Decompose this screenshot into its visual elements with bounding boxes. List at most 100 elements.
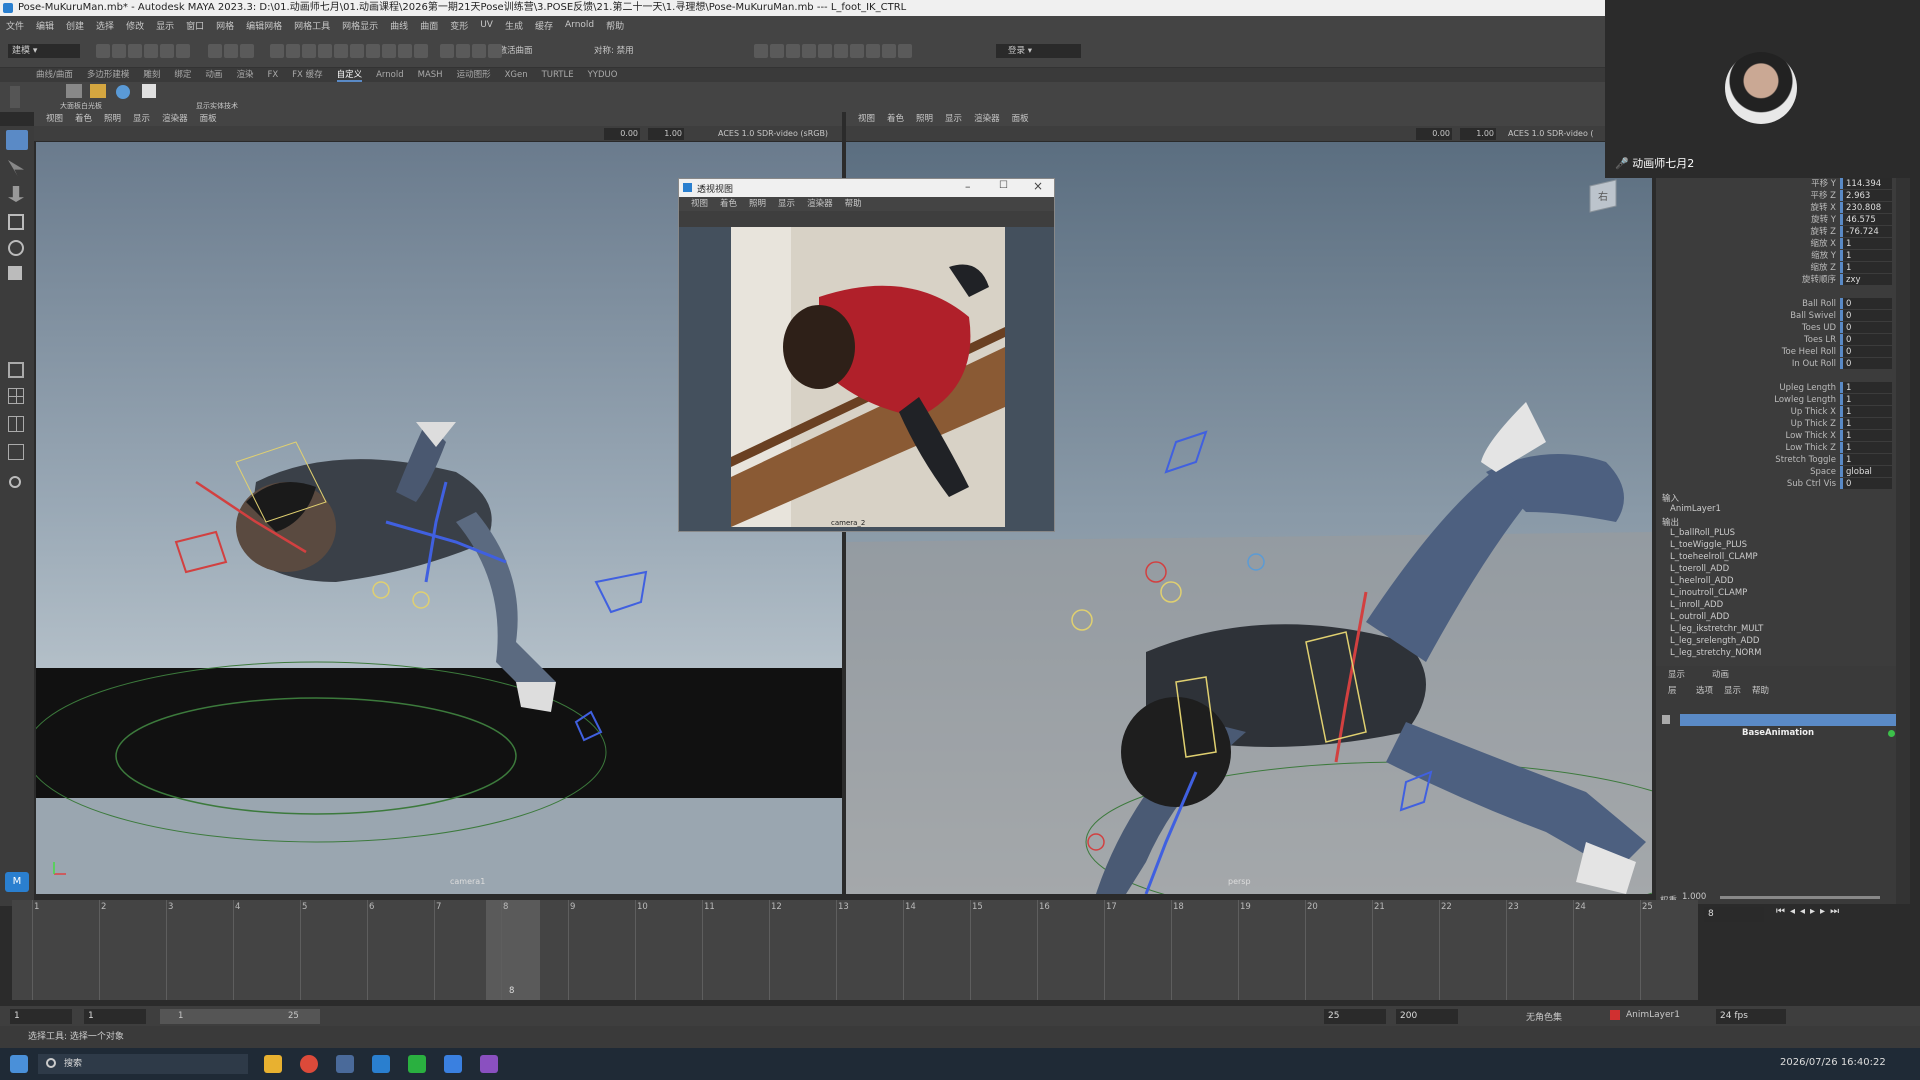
channel-row[interactable]: Ball Roll 0 [1656, 298, 1896, 310]
search-icon[interactable] [9, 476, 21, 488]
menu-item[interactable]: 缓存 [535, 19, 553, 32]
input-node[interactable]: AnimLayer1 [1670, 504, 1721, 514]
playback-end-field[interactable]: 25 [1324, 1009, 1386, 1024]
output-node[interactable]: L_toeroll_ADD [1670, 564, 1729, 574]
toolbar-icon[interactable] [224, 44, 238, 58]
toolbar-icon[interactable] [96, 44, 110, 58]
channel-row[interactable]: Lowleg Length 1 [1656, 394, 1896, 406]
toolbar-icon[interactable] [382, 44, 396, 58]
channel-value[interactable]: 0 [1840, 310, 1892, 321]
floating-perspective-window[interactable]: 透视视图 – ☐ × 视图 着色 照明 显示 渲染器 帮助 camera_2 [678, 178, 1055, 532]
animation-end-field[interactable]: 200 [1396, 1009, 1458, 1024]
panel-menu-item[interactable]: 视图 [691, 197, 708, 211]
shelf-tab[interactable]: TURTLE [542, 68, 574, 82]
channel-value[interactable]: 46.575 [1840, 214, 1892, 225]
channel-value[interactable]: 0 [1840, 358, 1892, 369]
shelf-tab[interactable]: 运动图形 [457, 68, 491, 82]
left-gamma-field[interactable]: 1.00 [648, 128, 684, 140]
login-dropdown[interactable]: 登录 ▾ [996, 44, 1081, 58]
creative-app-icon[interactable] [480, 1055, 498, 1073]
channel-row[interactable]: 旋转 X 230.808 [1656, 202, 1896, 214]
shelf-options-icon[interactable] [10, 86, 20, 108]
menu-set-dropdown[interactable]: 建模 ▾ [8, 44, 80, 58]
shelf-tab[interactable]: 绑定 [174, 68, 191, 82]
channel-value[interactable]: 0 [1840, 298, 1892, 309]
channel-value[interactable]: 0 [1840, 322, 1892, 333]
base-layer-name[interactable]: BaseAnimation [1742, 728, 1814, 738]
channel-value[interactable]: 0 [1840, 478, 1892, 489]
live-surface-label[interactable]: 无激活曲面 [490, 44, 570, 58]
shelf-tab[interactable]: YYDUO [588, 68, 618, 82]
toolbar-icon[interactable] [770, 44, 784, 58]
toolbar-icon[interactable] [488, 44, 502, 58]
channel-value[interactable]: 114.394 [1840, 178, 1892, 189]
folder-icon[interactable] [90, 84, 106, 98]
maya-taskbar-icon[interactable] [372, 1055, 390, 1073]
channel-row[interactable]: 旋转 Y 46.575 [1656, 214, 1896, 226]
menu-item[interactable]: UV [480, 20, 493, 30]
channel-row[interactable]: Space global [1656, 466, 1896, 478]
menu-item[interactable]: 修改 [126, 19, 144, 32]
toolbar-icon[interactable] [882, 44, 896, 58]
toolbar-icon[interactable] [334, 44, 348, 58]
sphere-icon[interactable] [116, 85, 130, 99]
toolbar-icon[interactable] [176, 44, 190, 58]
lock-icon[interactable] [1662, 715, 1670, 724]
channel-value[interactable]: global [1840, 466, 1892, 477]
output-node[interactable]: L_toeWiggle_PLUS [1670, 540, 1747, 550]
move-tool-icon[interactable] [8, 214, 24, 230]
channel-value[interactable]: 1 [1840, 382, 1892, 393]
toolbar-icon[interactable] [112, 44, 126, 58]
menu-item[interactable]: 窗口 [186, 19, 204, 32]
menu-item[interactable]: 文件 [6, 19, 24, 32]
right-colorspace-label[interactable]: ACES 1.0 SDR-video ( [1508, 128, 1604, 140]
playback-start-field[interactable]: 1 [84, 1009, 146, 1024]
channel-row[interactable]: 旋转顺序 zxy [1656, 274, 1896, 286]
channel-row[interactable]: Upleg Length 1 [1656, 382, 1896, 394]
app-icon[interactable] [336, 1055, 354, 1073]
toolbar-icon[interactable] [754, 44, 768, 58]
channel-row[interactable]: 旋转 Z -76.724 [1656, 226, 1896, 238]
channel-row[interactable]: 缩放 Y 1 [1656, 250, 1896, 262]
menu-item[interactable]: 创建 [66, 19, 84, 32]
channel-value[interactable]: 2.963 [1840, 190, 1892, 201]
layer-editor-tab[interactable]: 显示 [1668, 668, 1685, 680]
channel-value[interactable]: 1 [1840, 418, 1892, 429]
menu-item[interactable]: 生成 [505, 19, 523, 32]
layer-editor-menu-item[interactable]: 显示 [1724, 684, 1741, 696]
channel-row[interactable]: 缩放 X 1 [1656, 238, 1896, 250]
toolbar-icon[interactable] [834, 44, 848, 58]
shelf-tab[interactable]: 多边形建模 [87, 68, 130, 82]
current-frame-field[interactable]: 8 [1704, 907, 1764, 922]
channel-row[interactable]: Low Thick X 1 [1656, 430, 1896, 442]
maximize-button[interactable]: ☐ [999, 180, 1008, 191]
shelf-tab[interactable]: 雕刻 [143, 68, 160, 82]
weight-slider[interactable] [1720, 896, 1880, 899]
toolbar-icon[interactable] [818, 44, 832, 58]
panel-menu-item[interactable]: 显示 [778, 197, 795, 211]
channel-row[interactable]: Up Thick X 1 [1656, 406, 1896, 418]
panel-menu-item[interactable]: 面板 [1012, 112, 1029, 126]
view-cube[interactable]: 右 [1589, 179, 1617, 213]
meeting-icon[interactable] [444, 1055, 462, 1073]
panel-menu-item[interactable]: 着色 [720, 197, 737, 211]
shelf-tab[interactable]: XGen [505, 68, 528, 82]
range-slider-handle[interactable]: 1 25 [160, 1009, 320, 1024]
toolbar-icon[interactable] [802, 44, 816, 58]
menu-item[interactable]: 变形 [450, 19, 468, 32]
output-node[interactable]: L_ballRoll_PLUS [1670, 528, 1735, 538]
shelf-tab[interactable]: FX [267, 68, 278, 82]
menu-item[interactable]: 编辑网格 [246, 19, 282, 32]
panel-menu-item[interactable]: 渲染器 [974, 112, 1000, 126]
layer-editor-tab[interactable]: 动画 [1712, 668, 1729, 680]
toolbar-icon[interactable] [302, 44, 316, 58]
floating-window-viewport[interactable]: camera_2 [679, 227, 1054, 531]
channel-row[interactable]: Toe Heel Roll 0 [1656, 346, 1896, 358]
animation-start-field[interactable]: 1 [10, 1009, 72, 1024]
menu-item[interactable]: 曲面 [420, 19, 438, 32]
current-frame-marker[interactable] [486, 900, 540, 1000]
menu-item[interactable]: 编辑 [36, 19, 54, 32]
panel-menu-item[interactable]: 视图 [858, 112, 875, 126]
channel-row[interactable]: 平移 Z 2.963 [1656, 190, 1896, 202]
toolbar-icon[interactable] [366, 44, 380, 58]
